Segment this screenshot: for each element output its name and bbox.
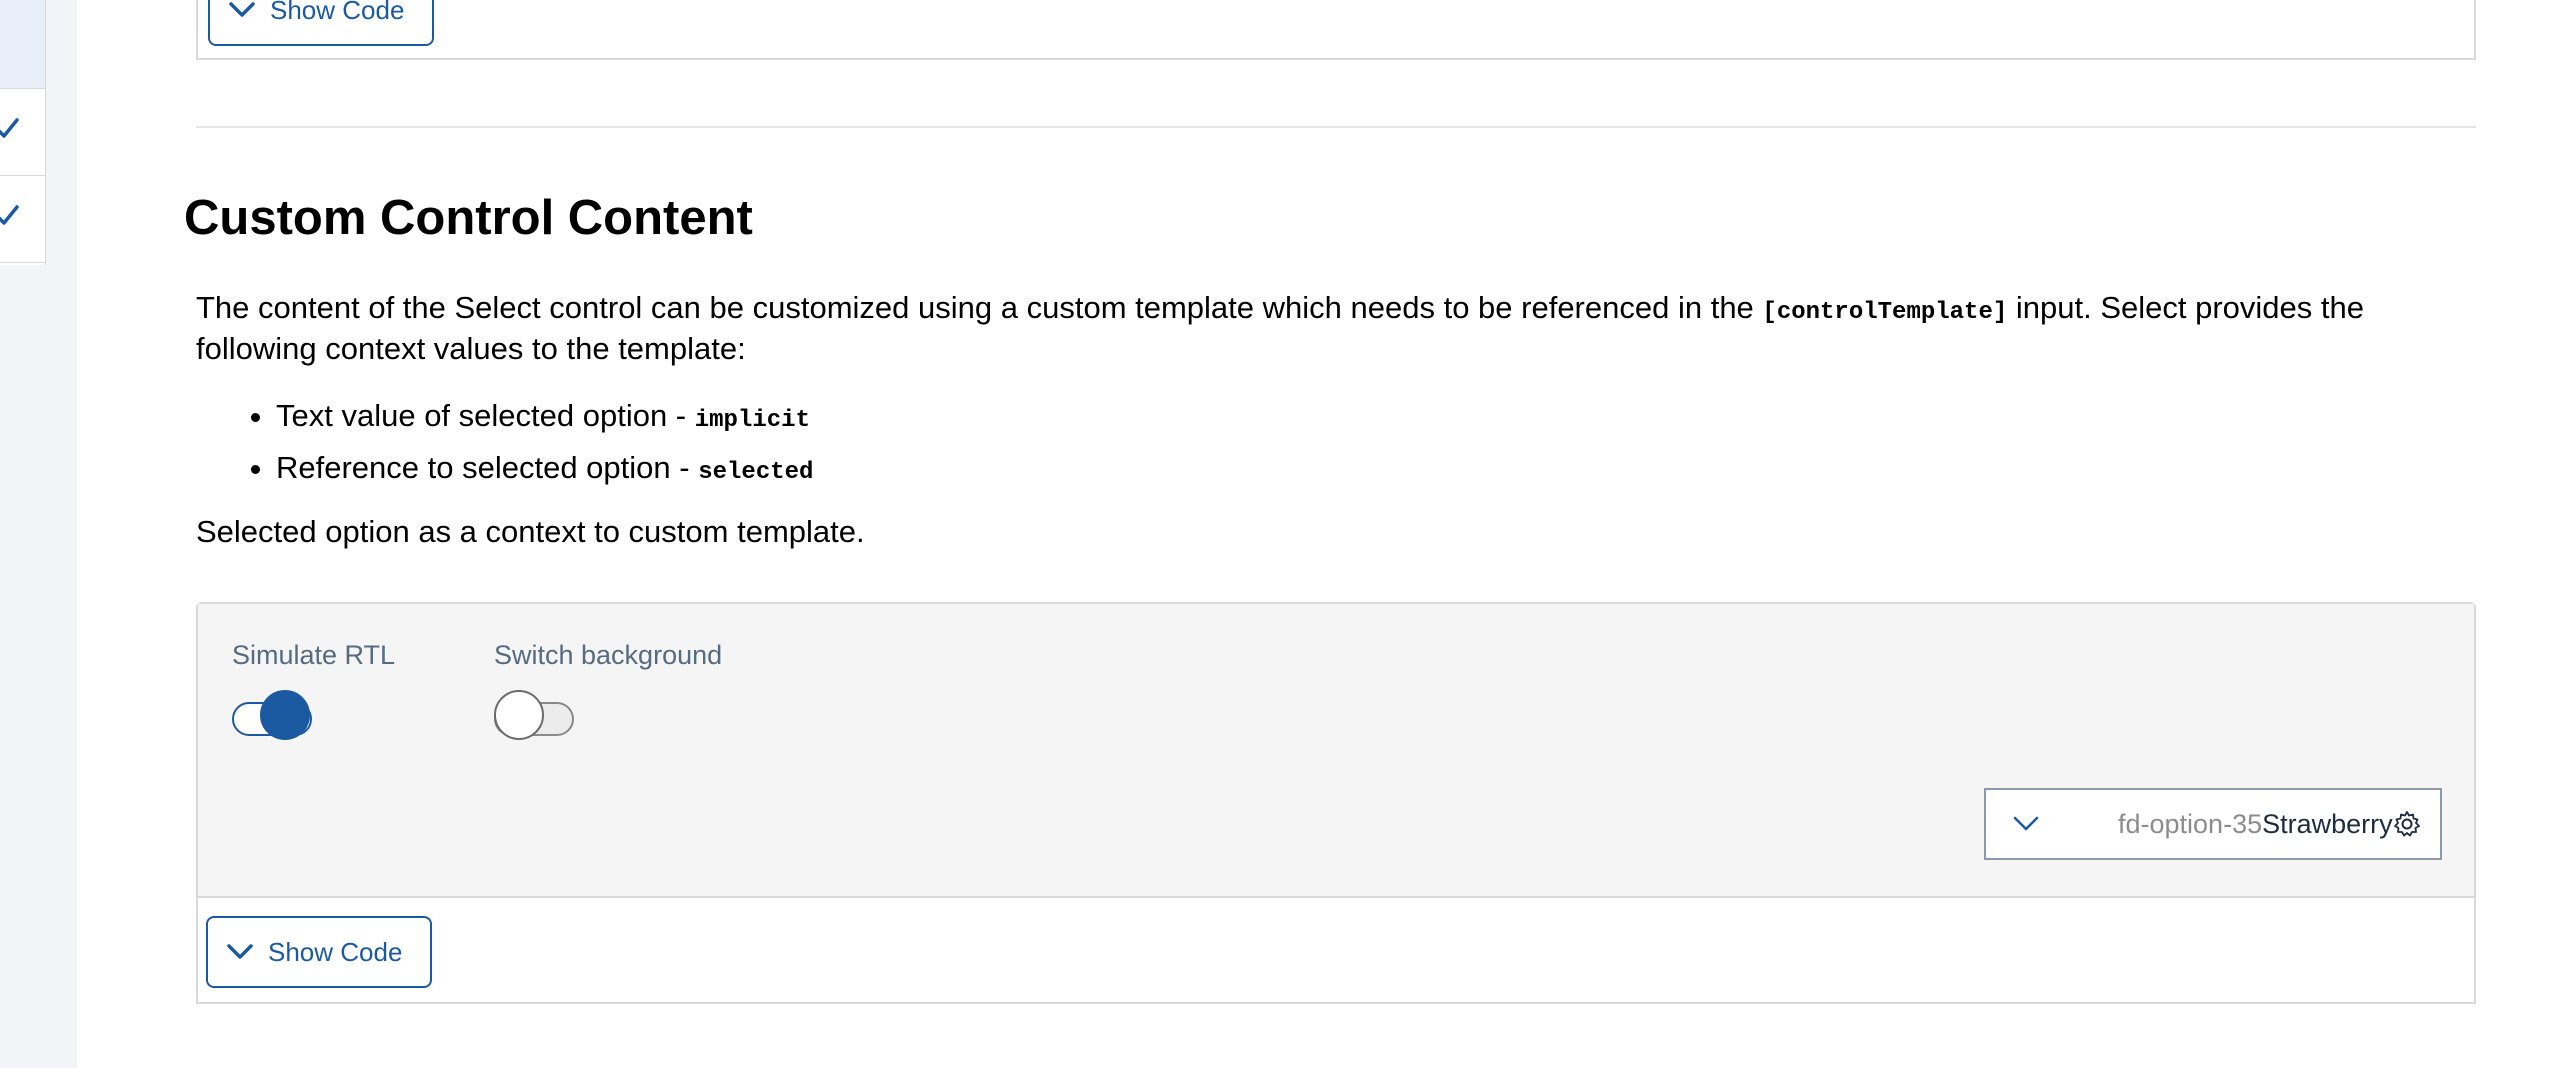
list-item: Reference to selected option - selected bbox=[276, 442, 813, 494]
sidebar-item[interactable] bbox=[0, 176, 45, 263]
section-description: The content of the Select control can be… bbox=[196, 290, 2456, 367]
switch-background-toggle[interactable] bbox=[494, 688, 576, 740]
show-code-button[interactable]: Show Code bbox=[208, 0, 434, 46]
select-option-id: fd-option-35 bbox=[2118, 808, 2263, 839]
simulate-rtl-label: Simulate RTL bbox=[232, 640, 396, 670]
description-text: The content of the Select control can be… bbox=[196, 290, 1763, 325]
gear-icon bbox=[2393, 810, 2421, 838]
list-item: Text value of selected option - implicit bbox=[276, 390, 813, 442]
sidebar-list bbox=[0, 0, 46, 265]
implicit-code: implicit bbox=[694, 407, 810, 434]
sidebar-item[interactable] bbox=[0, 89, 45, 176]
show-code-button[interactable]: Show Code bbox=[206, 916, 432, 988]
chevron-down-icon bbox=[228, 0, 256, 26]
simulate-rtl-toggle[interactable] bbox=[232, 688, 314, 740]
example-preview: Simulate RTL Switch background fd-option… bbox=[198, 604, 2474, 898]
previous-example-card: Show Code bbox=[196, 0, 2476, 60]
sidebar bbox=[0, 0, 77, 1068]
example-caption: Selected option as a context to custom t… bbox=[196, 514, 865, 549]
show-code-label: Show Code bbox=[268, 936, 403, 967]
selected-code: selected bbox=[698, 459, 814, 486]
checkmark-icon bbox=[0, 202, 20, 233]
section-divider bbox=[196, 126, 2476, 128]
context-values-list: Text value of selected option - implicit… bbox=[196, 390, 813, 494]
control-template-code: [controlTemplate] bbox=[1762, 299, 2008, 326]
sidebar-item-active[interactable] bbox=[0, 0, 45, 89]
chevron-down-icon bbox=[226, 937, 254, 968]
section-title: Custom Control Content bbox=[184, 191, 753, 245]
checkmark-icon bbox=[0, 115, 20, 146]
select-option-value: Strawberry bbox=[2262, 808, 2393, 839]
chevron-down-icon[interactable] bbox=[2012, 815, 2042, 833]
switch-background-label: Switch background bbox=[494, 640, 723, 670]
show-code-label: Show Code bbox=[270, 0, 405, 25]
example-card: Simulate RTL Switch background fd-option… bbox=[196, 602, 2476, 1004]
custom-select[interactable]: fd-option-35 Strawberry bbox=[1984, 788, 2442, 860]
